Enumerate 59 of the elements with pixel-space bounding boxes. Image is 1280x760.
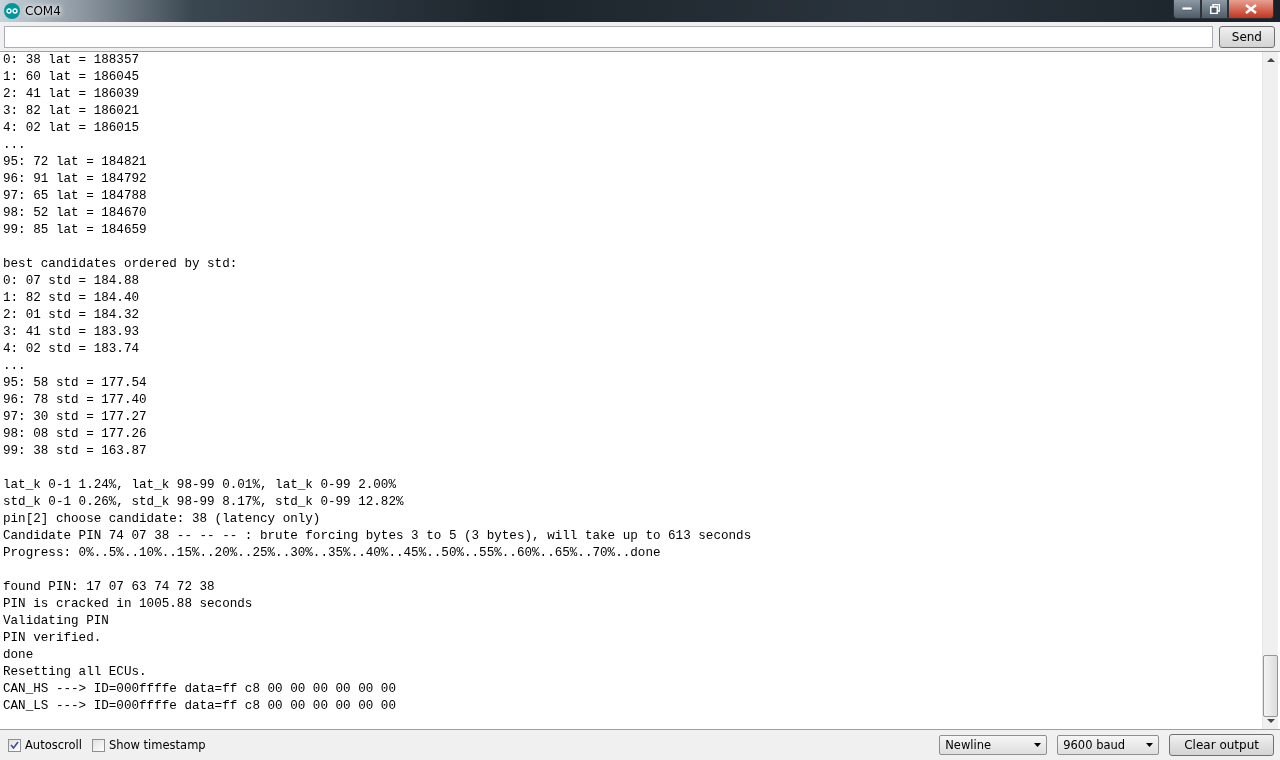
output-line: 1: 82 std = 184.40 <box>3 290 141 307</box>
output-line: CAN_LS ---> ID=000ffffe data=ff c8 00 00 00 00 00 00 <box>3 698 397 715</box>
output-line: ... <box>3 358 27 375</box>
output-line: PIN verified. <box>3 630 103 647</box>
output-line: std_k 0-1 0.26%, std_k 98-99 8.17%, std_k 0-99 12.82% <box>3 494 405 511</box>
dropdown[interactable]: Newline <box>939 735 1048 755</box>
minimize-button[interactable] <box>1173 0 1201 19</box>
output-line: ... <box>3 137 27 154</box>
close-icon <box>1245 4 1257 14</box>
close-button[interactable] <box>1228 0 1274 19</box>
output-line: 0: 38 lat = 188357 <box>3 52 141 69</box>
output-line: best candidates ordered by std: <box>3 256 239 273</box>
output-line: 3: 82 lat = 186021 <box>3 103 141 120</box>
restore-button[interactable] <box>1201 0 1228 19</box>
output-line: 96: 78 std = 177.40 <box>3 392 148 409</box>
output-line: 96: 91 lat = 184792 <box>3 171 148 188</box>
checkbox-label: Show timestamp <box>108 738 206 752</box>
app-logo-icon <box>4 3 20 19</box>
scroll-down-icon <box>1266 719 1275 723</box>
output-line: 98: 52 lat = 184670 <box>3 205 148 222</box>
output-line: 98: 08 std = 177.26 <box>3 426 148 443</box>
output-line: 1: 60 lat = 186045 <box>3 69 141 86</box>
output-line: 2: 41 lat = 186039 <box>3 86 141 103</box>
output-line: 97: 30 std = 177.27 <box>3 409 148 426</box>
checkbox[interactable] <box>8 738 21 752</box>
minimize-icon <box>1182 7 1192 11</box>
output-line: 0: 07 std = 184.88 <box>3 273 141 290</box>
output-line: found PIN: 17 07 63 74 72 38 <box>3 579 216 596</box>
clear-output-button[interactable]: Clear output <box>1169 734 1274 756</box>
checkbox-label: Autoscroll <box>25 738 82 752</box>
check-icon <box>10 741 19 749</box>
scroll-up-icon <box>1266 58 1275 62</box>
output-line: 3: 41 std = 183.93 <box>3 324 141 341</box>
output-line: lat_k 0-1 1.24%, lat_k 98-99 0.01%, lat_k 0-99 2.00% <box>3 477 397 494</box>
output-line: CAN_HS ---> ID=000ffffe data=ff c8 00 00 00 00 00 00 <box>3 681 397 698</box>
output-line: 99: 38 std = 163.87 <box>3 443 148 460</box>
output-line: done <box>3 647 35 664</box>
caret-icon <box>1034 743 1042 747</box>
scrollbar-thumb[interactable] <box>1263 655 1278 717</box>
output-line: 99: 85 lat = 184659 <box>3 222 148 239</box>
send-button[interactable]: Send <box>1218 26 1275 48</box>
window-title: COM4 <box>25 4 61 18</box>
output-line: Validating PIN <box>3 613 110 630</box>
output-line: 4: 02 std = 183.74 <box>3 341 141 358</box>
restore-icon <box>1209 4 1220 14</box>
output-line: pin[2] choose candidate: 38 (latency only) <box>3 511 322 528</box>
send-input-field[interactable] <box>4 26 1213 48</box>
caret-icon <box>1146 743 1154 747</box>
output-line: 4: 02 lat = 186015 <box>3 120 141 137</box>
dropdown[interactable]: 9600 baud <box>1057 735 1160 755</box>
output-line: Candidate PIN 74 07 38 -- -- -- : brute forcing bytes 3 to 5 (3 bytes), will take up to 613 seconds <box>3 528 753 545</box>
output-line: Resetting all ECUs. <box>3 664 148 681</box>
output-line: Progress: 0%..5%..10%..15%..20%..25%..30%..35%..40%..45%..50%..55%..60%..65%..70%..done <box>3 545 662 562</box>
output-line: 97: 65 lat = 184788 <box>3 188 148 205</box>
output-line: 95: 58 std = 177.54 <box>3 375 148 392</box>
checkbox[interactable] <box>91 738 105 752</box>
output-line: 2: 01 std = 184.32 <box>3 307 141 324</box>
output-line: PIN is cracked in 1005.88 seconds <box>3 596 254 613</box>
output-line: 95: 72 lat = 184821 <box>3 154 148 171</box>
